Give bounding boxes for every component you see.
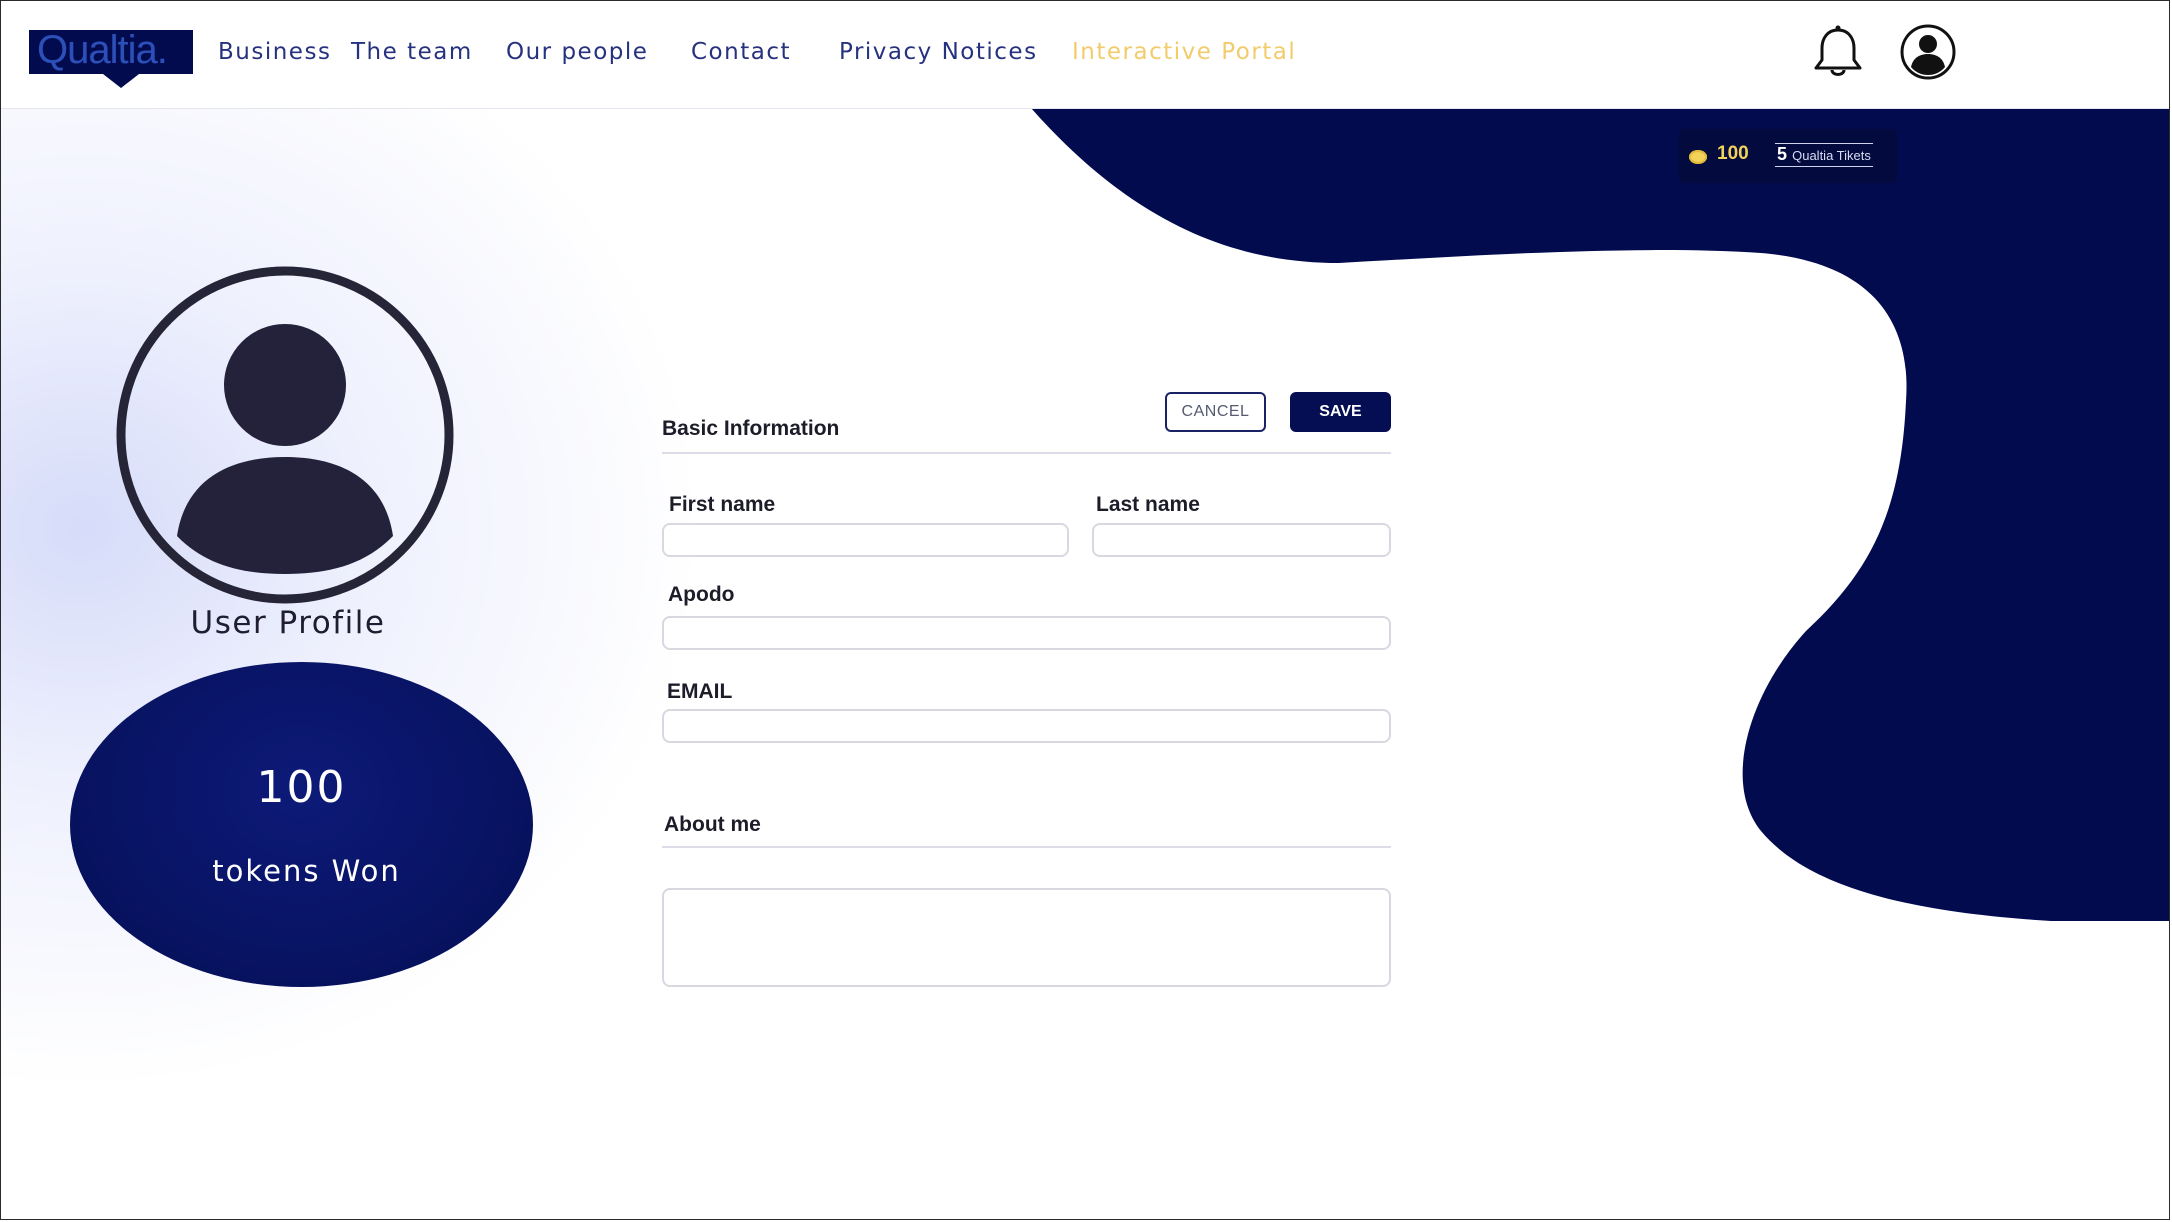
nav-privacy-notices[interactable]: Privacy Notices: [839, 39, 1038, 65]
tokens-won-card: 100 tokens Won: [70, 662, 533, 987]
nav-business[interactable]: Business: [218, 39, 331, 65]
qualtia-logo[interactable]: Qualtia.: [29, 28, 193, 88]
apodo-input[interactable]: [662, 616, 1391, 650]
profile-avatar-icon: [116, 266, 454, 604]
basic-information-heading: Basic Information: [662, 417, 840, 440]
email-input[interactable]: [662, 709, 1391, 743]
profile-title: User Profile: [190, 605, 386, 641]
about-me-heading: About me: [664, 813, 761, 836]
last-name-label: Last name: [1096, 493, 1200, 516]
app-window: Qualtia. Business The team Our people Co…: [0, 0, 2170, 1220]
tickets-label: Qualtia Tikets: [1792, 148, 1871, 163]
about-me-divider: [662, 846, 1391, 848]
tokens-won-value: 100: [256, 762, 347, 813]
nav-our-people[interactable]: Our people: [506, 39, 648, 65]
bell-icon[interactable]: [1812, 24, 1864, 80]
basic-information-divider: [662, 452, 1391, 454]
tickets-counter: 5 Qualtia Tikets: [1775, 143, 1873, 167]
user-circle-icon[interactable]: [1899, 23, 1957, 81]
coin-icon: [1689, 150, 1707, 164]
last-name-input[interactable]: [1092, 523, 1391, 557]
top-navigation-bar: Qualtia. Business The team Our people Co…: [1, 1, 2169, 109]
first-name-label: First name: [669, 493, 776, 516]
email-label: EMAIL: [667, 680, 733, 703]
logo-text: Qualtia.: [37, 28, 168, 72]
nav-the-team[interactable]: The team: [351, 39, 473, 65]
tickets-count: 5: [1777, 144, 1788, 164]
cancel-button[interactable]: CANCEL: [1165, 392, 1266, 432]
apodo-label: Apodo: [668, 583, 735, 606]
tokens-won-label: tokens Won: [212, 854, 401, 888]
save-button[interactable]: SAVE: [1290, 392, 1391, 432]
token-balance-count: 100: [1717, 143, 1749, 164]
nav-contact[interactable]: Contact: [691, 39, 791, 65]
first-name-input[interactable]: [662, 523, 1069, 557]
token-balance-badge[interactable]: 100 5 Qualtia Tikets: [1679, 129, 1897, 183]
about-me-textarea[interactable]: [662, 888, 1391, 987]
nav-interactive-portal[interactable]: Interactive Portal: [1072, 39, 1296, 65]
